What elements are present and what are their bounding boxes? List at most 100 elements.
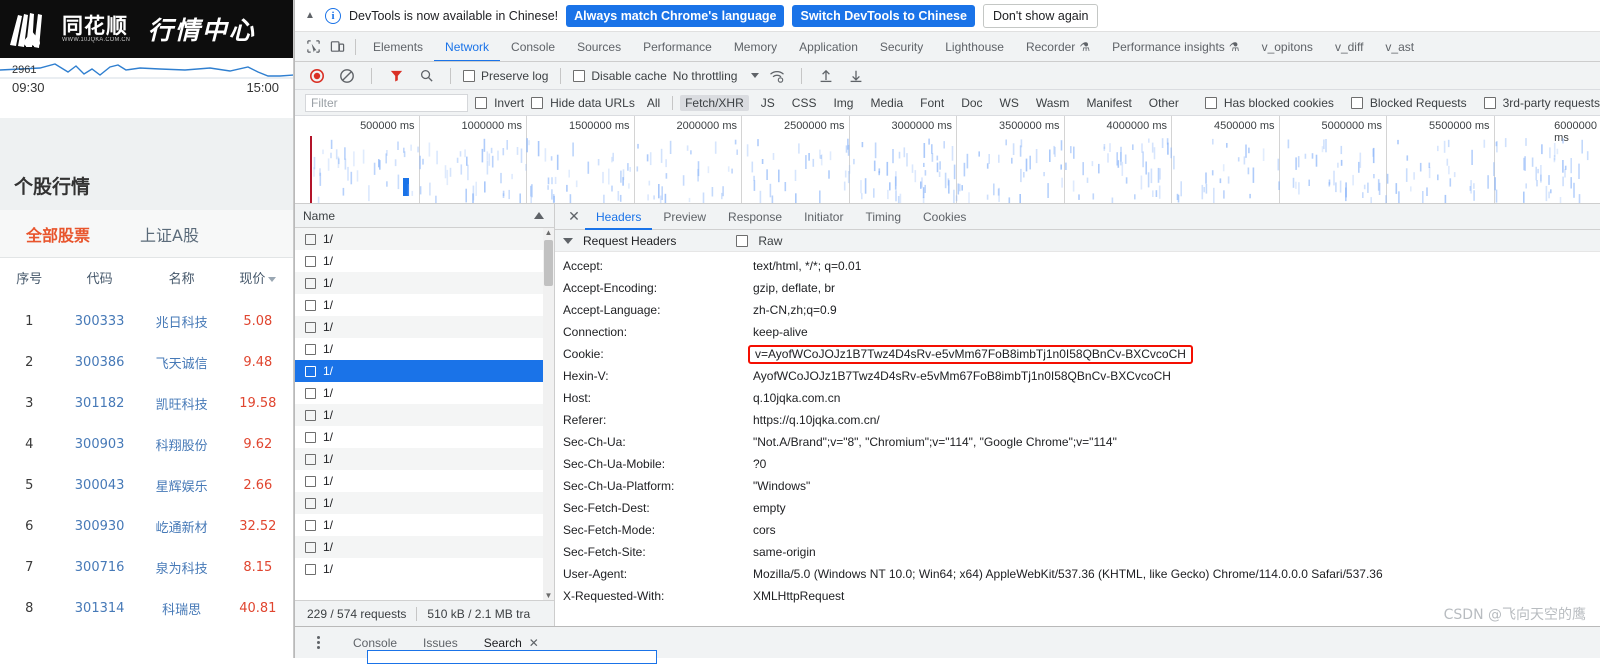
request-list-item[interactable]: 1/: [295, 360, 554, 382]
request-list-header[interactable]: Name: [295, 204, 554, 228]
dont-show-again-button[interactable]: Don't show again: [982, 3, 1099, 28]
filter-type-manifest[interactable]: Manifest: [1081, 95, 1136, 111]
filter-type-js[interactable]: JS: [756, 95, 780, 111]
table-row[interactable]: 6 300930 屹通新材 32.52: [0, 506, 293, 547]
filter-icon[interactable]: [384, 65, 408, 87]
throttling-dropdown[interactable]: No throttling: [673, 69, 760, 83]
cell-code[interactable]: 301182: [59, 383, 141, 424]
collapse-triangle-icon[interactable]: [563, 237, 573, 244]
disable-cache-checkbox[interactable]: [573, 69, 586, 82]
tab-network[interactable]: Network: [434, 32, 500, 61]
col-price[interactable]: 现价: [223, 258, 293, 301]
cell-code[interactable]: 300930: [59, 506, 141, 547]
request-list-item[interactable]: 1/: [295, 426, 554, 448]
tab-application[interactable]: Application: [788, 32, 869, 61]
filter-input[interactable]: Filter: [305, 93, 469, 112]
tab-all-stocks[interactable]: 全部股票: [26, 222, 90, 246]
table-row[interactable]: 4 300903 科翔股份 9.62: [0, 424, 293, 465]
filter-type-other[interactable]: Other: [1144, 95, 1184, 111]
tab-sources[interactable]: Sources: [566, 32, 632, 61]
tab-v-diff[interactable]: v_diff: [1324, 32, 1374, 61]
table-row[interactable]: 7 300716 泉为科技 8.15: [0, 547, 293, 588]
request-checkbox[interactable]: [305, 431, 316, 443]
request-checkbox[interactable]: [305, 563, 316, 575]
filter-type-wasm[interactable]: Wasm: [1031, 95, 1075, 111]
scrollbar-down-icon[interactable]: ▼: [544, 591, 553, 600]
request-list-item[interactable]: 1/: [295, 470, 554, 492]
hide-data-urls-checkbox[interactable]: [531, 96, 544, 109]
network-conditions-icon[interactable]: [765, 65, 789, 87]
invert-checkbox[interactable]: [475, 96, 488, 109]
detail-tab-timing[interactable]: Timing: [854, 204, 912, 230]
scrollbar-up-icon[interactable]: ▲: [544, 228, 553, 237]
switch-to-chinese-button[interactable]: Switch DevTools to Chinese: [792, 4, 975, 27]
tab-recorder[interactable]: Recorder ⚗: [1015, 32, 1101, 61]
request-checkbox[interactable]: [305, 365, 316, 377]
cell-name[interactable]: 科翔股份: [141, 424, 223, 465]
request-checkbox[interactable]: [305, 255, 316, 267]
request-list-item[interactable]: 1/: [295, 250, 554, 272]
request-list-item[interactable]: 1/: [295, 558, 554, 580]
inspect-element-icon[interactable]: [301, 36, 325, 58]
detail-tab-cookies[interactable]: Cookies: [912, 204, 977, 230]
filter-type-ws[interactable]: WS: [995, 95, 1024, 111]
blocked-requests-checkbox[interactable]: [1350, 96, 1363, 109]
preserve-log-checkbox[interactable]: [463, 69, 475, 82]
request-list-item[interactable]: 1/: [295, 294, 554, 316]
close-detail-icon[interactable]: ✕: [563, 206, 585, 228]
request-list[interactable]: 1/1/1/1/1/1/1/1/1/1/1/1/1/1/1/1/: [295, 228, 554, 600]
filter-type-all[interactable]: All: [642, 95, 665, 111]
request-list-item[interactable]: 1/: [295, 382, 554, 404]
search-icon[interactable]: [414, 65, 438, 87]
cell-name[interactable]: 兆日科技: [141, 301, 223, 342]
filter-type-doc[interactable]: Doc: [956, 95, 987, 111]
tab-sse-a-shares[interactable]: 上证A股: [140, 222, 199, 246]
has-blocked-cookies-checkbox[interactable]: [1204, 96, 1217, 109]
request-checkbox[interactable]: [305, 277, 316, 289]
network-overview-timeline[interactable]: 500000 ms 1000000 ms 1500000 ms 2000000 ms 2…: [295, 116, 1600, 204]
tab-console[interactable]: Console: [500, 32, 566, 61]
cell-code[interactable]: 300333: [59, 301, 141, 342]
tab-elements[interactable]: Elements: [362, 32, 434, 61]
detail-tab-headers[interactable]: Headers: [585, 204, 652, 230]
more-options-icon[interactable]: [309, 636, 327, 649]
request-list-item[interactable]: 1/: [295, 448, 554, 470]
tab-v-ast[interactable]: v_ast: [1374, 32, 1425, 61]
request-list-item[interactable]: 1/: [295, 492, 554, 514]
cell-code[interactable]: 300386: [59, 342, 141, 383]
request-checkbox[interactable]: [305, 541, 316, 553]
request-list-item[interactable]: 1/: [295, 338, 554, 360]
cell-name[interactable]: 屹通新材: [141, 506, 223, 547]
table-row[interactable]: 5 300043 星辉娱乐 2.66: [0, 465, 293, 506]
tab-performance[interactable]: Performance: [632, 32, 723, 61]
cell-code[interactable]: 300716: [59, 547, 141, 588]
table-row[interactable]: 3 301182 凯旺科技 19.58: [0, 383, 293, 424]
record-button-icon[interactable]: [305, 65, 329, 87]
tab-security[interactable]: Security: [869, 32, 934, 61]
detail-tab-initiator[interactable]: Initiator: [793, 204, 854, 230]
tab-memory[interactable]: Memory: [723, 32, 788, 61]
request-headers-section-header[interactable]: Request Headers Raw: [555, 230, 1600, 252]
request-checkbox[interactable]: [305, 387, 316, 399]
cell-name[interactable]: 科瑞思: [141, 588, 223, 629]
search-input-outline[interactable]: [367, 650, 657, 664]
always-match-language-button[interactable]: Always match Chrome's language: [566, 4, 785, 27]
tab-v-opitons[interactable]: v_opitons: [1251, 32, 1324, 61]
request-list-item[interactable]: 1/: [295, 536, 554, 558]
request-checkbox[interactable]: [305, 299, 316, 311]
cell-name[interactable]: 泉为科技: [141, 547, 223, 588]
request-list-item[interactable]: 1/: [295, 514, 554, 536]
cell-code[interactable]: 300903: [59, 424, 141, 465]
request-list-item[interactable]: 1/: [295, 316, 554, 338]
filter-type-fetch-xhr[interactable]: Fetch/XHR: [680, 94, 749, 111]
import-har-icon[interactable]: [814, 65, 838, 87]
table-row[interactable]: 1 300333 兆日科技 5.08: [0, 301, 293, 342]
request-list-item[interactable]: 1/: [295, 228, 554, 250]
filter-type-css[interactable]: CSS: [787, 95, 822, 111]
tab-lighthouse[interactable]: Lighthouse: [934, 32, 1015, 61]
raw-checkbox[interactable]: [736, 234, 749, 247]
detail-tab-response[interactable]: Response: [717, 204, 793, 230]
cell-code[interactable]: 301314: [59, 588, 141, 629]
request-checkbox[interactable]: [305, 453, 316, 465]
tab-performance-insights[interactable]: Performance insights ⚗: [1101, 32, 1250, 61]
